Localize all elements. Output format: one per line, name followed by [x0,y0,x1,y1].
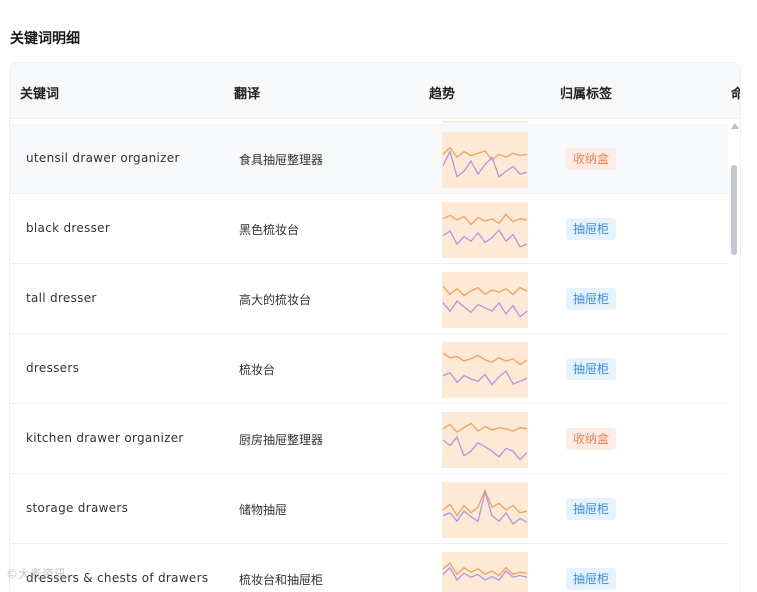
scroll-thumb[interactable] [731,165,737,255]
trend-sparkline [442,412,528,468]
translation-cell: 厨房抽屉整理器 [239,433,324,447]
translation-cell: 梳妆台 [239,363,276,377]
translation-cell: 高大的梳妆台 [239,293,312,307]
sparkline-background [442,132,528,188]
table-row[interactable]: storage drawers 储物抽屉 抽屉柜 [10,474,728,544]
keyword-cell: tall dresser [26,291,97,305]
translation-cell: 梳妆台和抽屉柜 [239,573,324,587]
table-row[interactable]: kitchen drawer organizer 厨房抽屉整理器 收纳盒 [10,404,728,474]
translation-cell: 食具抽屉整理器 [239,153,324,167]
trend-sparkline [442,272,528,328]
table-row[interactable]: tall dresser 高大的梳妆台 抽屉柜 [10,264,728,334]
table-row[interactable]: dressers & chests of drawers 梳妆台和抽屉柜 抽屉柜 [10,544,728,592]
keyword-cell: dressers & chests of drawers [26,571,209,585]
category-tag[interactable]: 抽屉柜 [566,288,617,310]
table-row[interactable]: black dresser 黑色梳妆台 抽屉柜 [10,194,728,264]
trend-sparkline [442,482,528,538]
table-body: utensil drawer organizer 食具抽屉整理器 收纳盒 black … [10,121,728,592]
trend-sparkline [442,132,528,188]
sparkline-background [442,272,528,328]
scroll-up-arrow-icon[interactable] [731,123,739,129]
table-header: 关键词 翻译 趋势 归属标签 命 [10,63,740,119]
translation-cell: 储物抽屉 [239,503,288,517]
header-more[interactable]: 命 [731,83,740,102]
header-keyword[interactable]: 关键词 [20,83,59,102]
trend-sparkline [442,552,528,592]
trend-sparkline [442,202,528,258]
sparkline-background [442,202,528,258]
category-tag[interactable]: 收纳盒 [566,428,617,450]
translation-cell: 黑色梳妆台 [239,223,300,237]
sparkline-background [442,342,528,398]
vertical-scrollbar[interactable] [728,121,740,592]
keyword-table: 关键词 翻译 趋势 归属标签 命 utensil drawer organize… [9,62,741,592]
table-row[interactable]: utensil drawer organizer 食具抽屉整理器 收纳盒 [10,124,728,194]
keyword-cell: storage drawers [26,501,129,515]
category-tag[interactable]: 抽屉柜 [566,498,617,520]
table-row[interactable]: dressers 梳妆台 抽屉柜 [10,334,728,404]
trend-sparkline [442,342,528,398]
partial-sparkline [442,121,528,123]
keyword-cell: dressers [26,361,80,375]
category-tag[interactable]: 抽屉柜 [566,218,617,240]
keyword-cell: kitchen drawer organizer [26,431,184,445]
section-title: 关键词明细 [10,31,80,47]
category-tag[interactable]: 收纳盒 [566,148,617,170]
header-translation[interactable]: 翻译 [234,83,260,102]
category-tag[interactable]: 抽屉柜 [566,358,617,380]
keyword-cell: utensil drawer organizer [26,151,180,165]
keyword-cell: black dresser [26,221,111,235]
header-trend[interactable]: 趋势 [429,83,455,102]
header-tag[interactable]: 归属标签 [560,83,612,102]
category-tag[interactable]: 抽屉柜 [566,568,617,590]
